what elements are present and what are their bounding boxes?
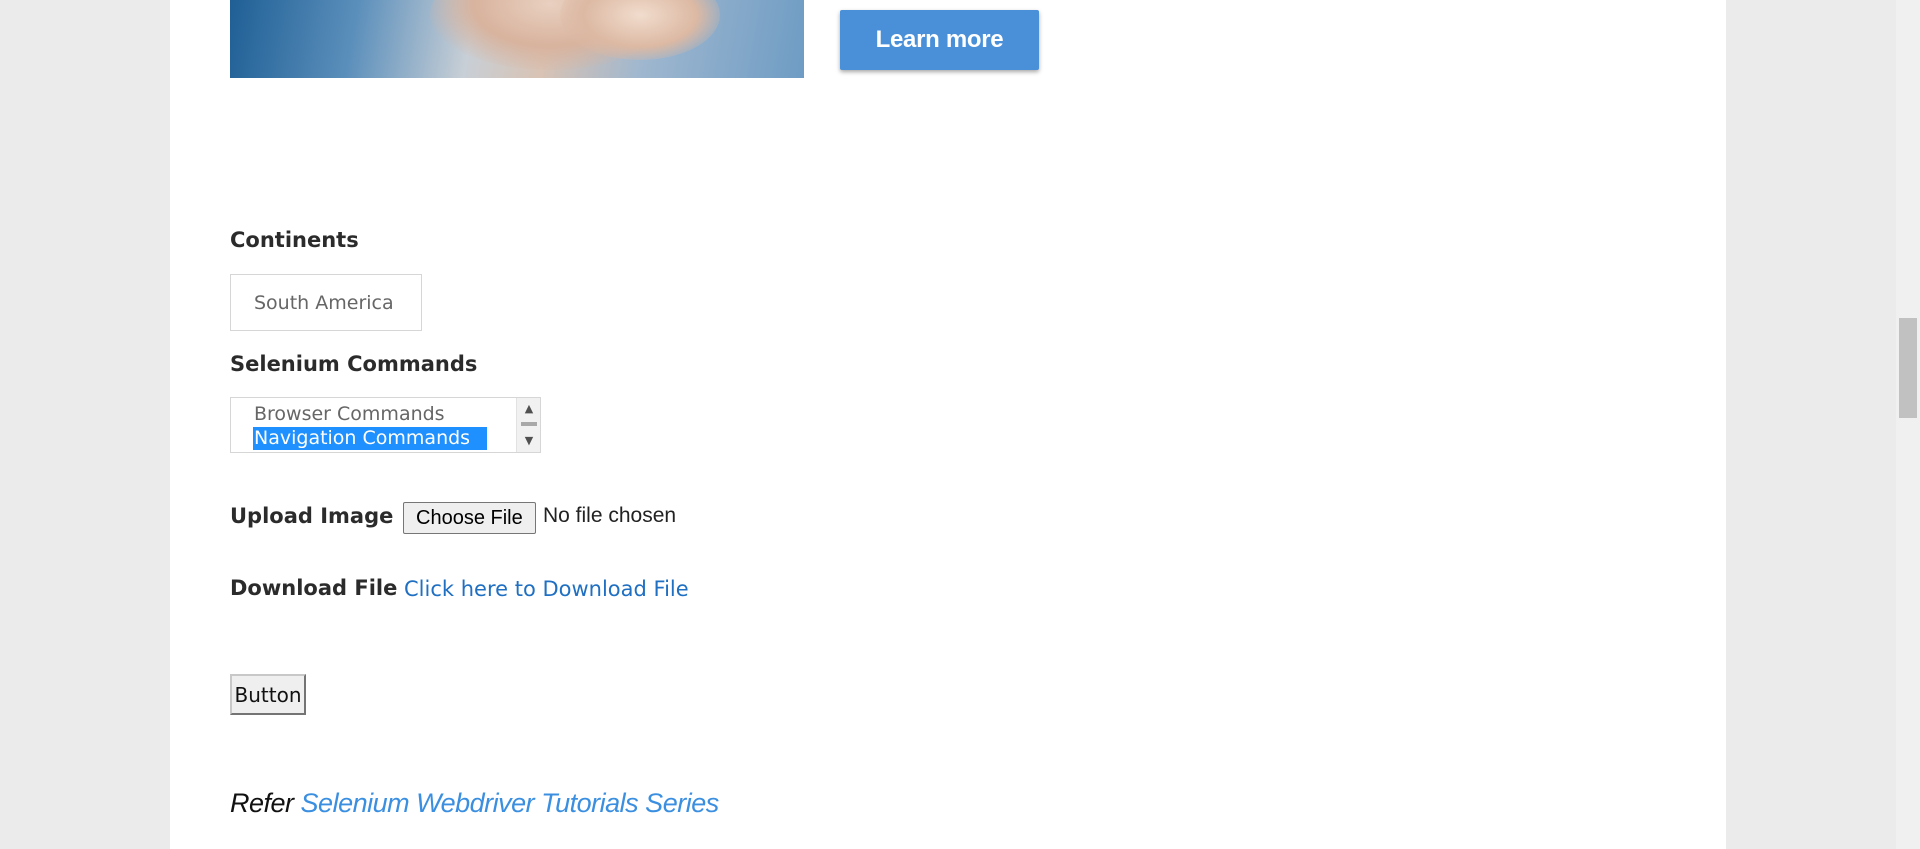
download-file-link[interactable]: Click here to Download File: [404, 577, 689, 601]
page-content: Learn more Continents South America Sele…: [170, 0, 1726, 849]
selenium-commands-label: Selenium Commands: [230, 352, 478, 376]
learn-more-button[interactable]: Learn more: [840, 10, 1039, 70]
hero-image: [230, 0, 804, 78]
listbox-scrollbar[interactable]: ▲ ▼: [516, 398, 540, 452]
continents-selected-value: South America: [254, 291, 394, 314]
upload-image-label: Upload Image: [230, 504, 394, 528]
generic-button[interactable]: Button: [230, 674, 306, 715]
page-scroll-thumb[interactable]: [1899, 318, 1917, 418]
scroll-down-arrow-icon[interactable]: ▼: [517, 432, 540, 450]
continents-label: Continents: [230, 228, 359, 252]
listbox-option-navigation-commands[interactable]: Navigation Commands: [253, 427, 488, 450]
listbox-option-browser-commands[interactable]: Browser Commands: [254, 403, 445, 426]
refer-prefix: Refer: [230, 788, 294, 818]
page-scrollbar[interactable]: [1896, 0, 1920, 849]
download-file-label: Download File: [230, 576, 398, 600]
continents-select[interactable]: South America: [230, 274, 422, 331]
refer-line: Refer Selenium Webdriver Tutorials Serie…: [230, 788, 719, 819]
tutorials-series-link[interactable]: Selenium Webdriver Tutorials Series: [301, 788, 720, 818]
file-status-text: No file chosen: [543, 504, 677, 527]
choose-file-button[interactable]: Choose File: [403, 502, 536, 534]
scroll-up-arrow-icon[interactable]: ▲: [517, 400, 540, 418]
selenium-commands-listbox[interactable]: Browser Commands Navigation Commands ▲ ▼: [230, 397, 541, 453]
listbox-scroll-thumb[interactable]: [521, 422, 537, 426]
